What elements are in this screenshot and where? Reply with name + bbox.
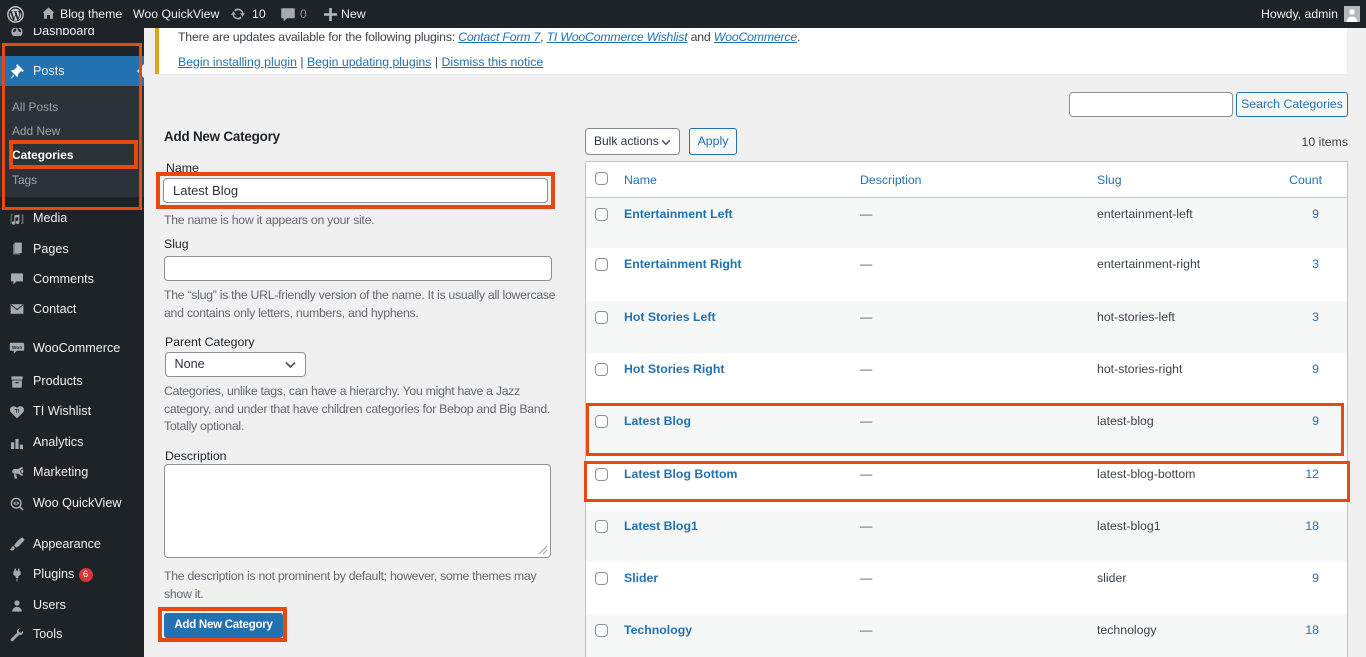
svg-text:TI: TI (14, 409, 19, 415)
svg-text:Woo: Woo (11, 345, 21, 351)
